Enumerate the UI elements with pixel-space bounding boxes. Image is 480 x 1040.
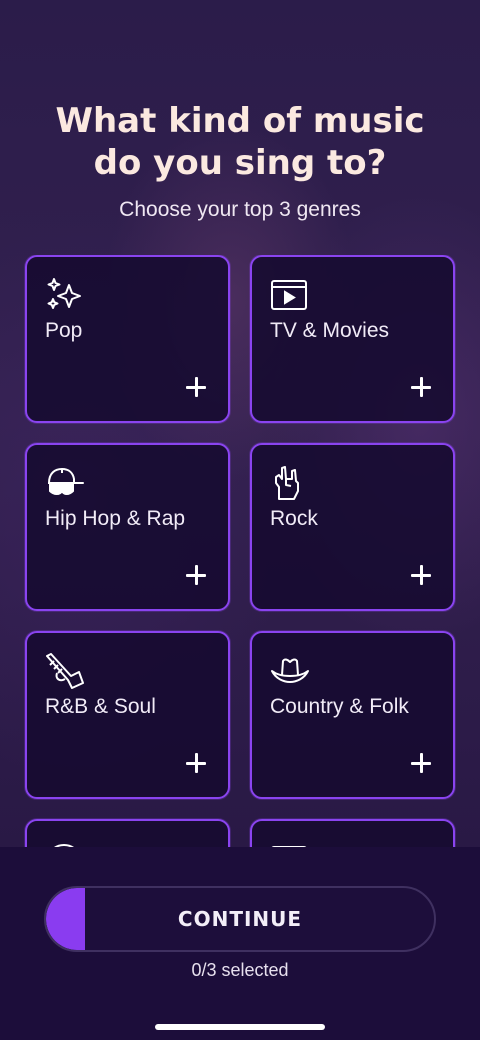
genre-label: R&B & Soul: [45, 695, 156, 718]
genre-card-partial-left[interactable]: [25, 819, 230, 847]
genre-label: TV & Movies: [270, 319, 390, 342]
plus-icon[interactable]: [411, 377, 431, 397]
genre-label: Rock: [270, 507, 318, 530]
cap-sunglasses-icon: [45, 465, 85, 501]
trumpet-icon: [45, 653, 85, 689]
genre-card-country-folk[interactable]: Country & Folk: [250, 631, 455, 799]
genre-card-tv-movies[interactable]: TV & Movies: [250, 255, 455, 423]
genre-card-rnb-soul[interactable]: R&B & Soul: [25, 631, 230, 799]
genre-grid-scroll[interactable]: Pop TV & Movies Hip Hop & Rap Rock R&B &…: [0, 255, 480, 847]
continue-button[interactable]: CONTINUE: [44, 886, 436, 952]
home-indicator[interactable]: [155, 1024, 325, 1030]
sparkles-icon: [45, 277, 85, 313]
genre-card-pop[interactable]: Pop: [25, 255, 230, 423]
genre-grid: Pop TV & Movies Hip Hop & Rap Rock R&B &…: [25, 255, 455, 847]
plus-icon[interactable]: [186, 565, 206, 585]
rock-hand-icon: [270, 465, 310, 501]
plus-icon[interactable]: [411, 753, 431, 773]
plus-icon[interactable]: [186, 753, 206, 773]
page-subtitle: Choose your top 3 genres: [119, 198, 361, 221]
genre-label: Country & Folk: [270, 695, 409, 718]
genre-label: Hip Hop & Rap: [45, 507, 186, 530]
genre-card-rock[interactable]: Rock: [250, 443, 455, 611]
genre-card-partial-right[interactable]: [250, 819, 455, 847]
continue-label: CONTINUE: [177, 907, 303, 931]
cowboy-hat-icon: [270, 653, 310, 689]
plus-icon[interactable]: [411, 565, 431, 585]
video-player-icon: [270, 277, 310, 313]
genre-card-hip-hop-rap[interactable]: Hip Hop & Rap: [25, 443, 230, 611]
genre-label: Pop: [45, 319, 83, 342]
selected-count: 0/3 selected: [191, 960, 289, 980]
plus-icon[interactable]: [186, 377, 206, 397]
page-title: What kind of music do you sing to?: [55, 101, 425, 183]
